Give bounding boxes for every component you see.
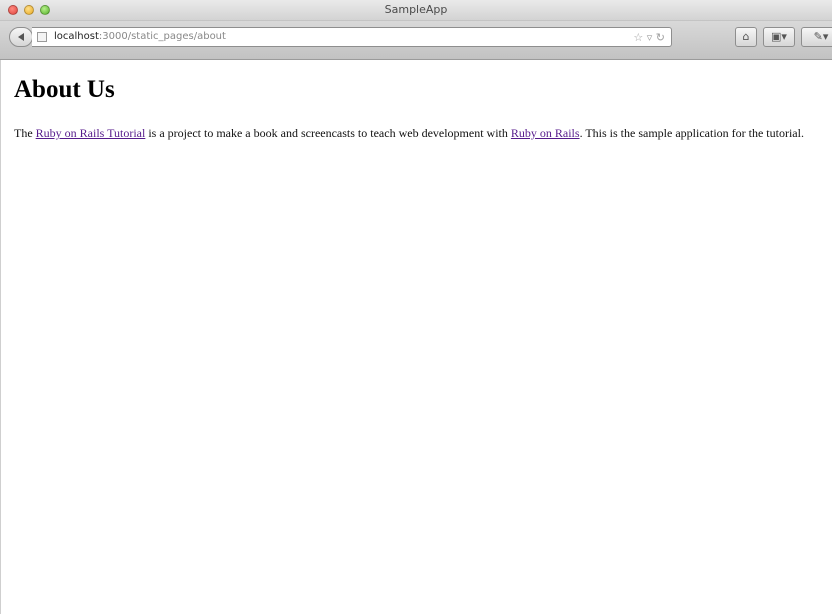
bookmark-star-icon[interactable]: ☆ (633, 31, 643, 44)
ruby-on-rails-link[interactable]: Ruby on Rails (511, 126, 580, 140)
page-favicon-icon (37, 32, 47, 42)
url-host: localhost (54, 31, 99, 42)
page-content: About Us The Ruby on Rails Tutorial is a… (0, 60, 832, 614)
extensions-button[interactable]: ✎▾ (801, 27, 832, 47)
extensions-icon: ✎▾ (813, 30, 829, 43)
title-bar: SampleApp (0, 0, 832, 21)
address-bar[interactable]: localhost:3000/static_pages/about ☆ ▿ ↻ (32, 27, 672, 47)
text-before: The (14, 126, 36, 140)
ruby-on-rails-tutorial-link[interactable]: Ruby on Rails Tutorial (36, 126, 146, 140)
back-arrow-icon (18, 33, 24, 41)
text-after: . This is the sample application for the… (579, 126, 804, 140)
url-bar-icons: ☆ ▿ ↻ (633, 31, 665, 44)
url-text[interactable]: localhost:3000/static_pages/about (54, 31, 226, 42)
tab-view-button[interactable]: ▣▾ (763, 27, 795, 47)
browser-window: SampleApp localhost:3000/static_pages/ab… (0, 0, 832, 614)
tab-view-icon: ▣▾ (771, 30, 787, 43)
home-icon: ⌂ (742, 30, 750, 43)
navigation-toolbar: localhost:3000/static_pages/about ☆ ▿ ↻ … (0, 21, 832, 60)
back-button[interactable] (9, 27, 33, 47)
page-heading: About Us (14, 76, 115, 103)
home-button[interactable]: ⌂ (735, 27, 757, 47)
reload-icon[interactable]: ↻ (656, 31, 665, 44)
window-title: SampleApp (384, 3, 448, 16)
about-paragraph: The Ruby on Rails Tutorial is a project … (14, 126, 832, 141)
history-dropdown-icon[interactable]: ▿ (647, 31, 653, 44)
text-middle: is a project to make a book and screenca… (145, 126, 511, 140)
url-path: :3000/static_pages/about (98, 31, 226, 42)
